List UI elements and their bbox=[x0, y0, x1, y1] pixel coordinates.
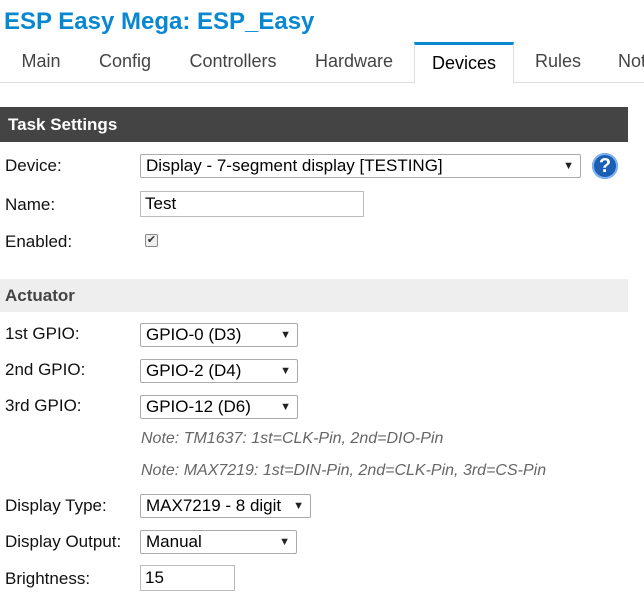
gpio3-select-value: GPIO-12 (D6) bbox=[146, 397, 251, 416]
actuator-header: Actuator bbox=[0, 279, 628, 312]
chevron-down-icon: ▼ bbox=[279, 536, 290, 548]
chevron-down-icon: ▼ bbox=[563, 160, 574, 172]
tab-main[interactable]: Main bbox=[4, 42, 78, 82]
tab-hardware[interactable]: Hardware bbox=[300, 42, 408, 82]
brightness-label: Brightness: bbox=[5, 569, 91, 588]
tab-rules[interactable]: Rules bbox=[520, 42, 596, 82]
gpio1-label: 1st GPIO: bbox=[5, 324, 80, 343]
task-settings-header: Task Settings bbox=[0, 107, 628, 142]
chevron-down-icon: ▼ bbox=[280, 401, 291, 413]
gpio2-select[interactable]: GPIO-2 (D4) ▼ bbox=[140, 359, 298, 383]
help-icon[interactable]: ? bbox=[592, 153, 618, 179]
enabled-label: Enabled: bbox=[5, 232, 73, 251]
device-label: Device: bbox=[5, 156, 62, 175]
display-type-select-value: MAX7219 - 8 digit bbox=[146, 496, 282, 515]
chevron-down-icon: ▼ bbox=[280, 365, 291, 377]
enabled-checkbox[interactable]: ✔ bbox=[145, 234, 158, 247]
display-output-label: Display Output: bbox=[5, 532, 122, 551]
name-field[interactable]: Test bbox=[140, 191, 364, 217]
device-select[interactable]: Display - 7-segment display [TESTING] ▼ bbox=[140, 154, 581, 178]
gpio2-select-value: GPIO-2 (D4) bbox=[146, 361, 242, 380]
tab-config[interactable]: Config bbox=[84, 42, 166, 82]
device-select-value: Display - 7-segment display [TESTING] bbox=[146, 156, 443, 175]
gpio1-select-value: GPIO-0 (D3) bbox=[146, 325, 242, 344]
display-output-select-value: Manual bbox=[146, 532, 202, 551]
display-type-select[interactable]: MAX7219 - 8 digit ▼ bbox=[140, 494, 311, 518]
tab-devices[interactable]: Devices bbox=[414, 42, 514, 83]
note-max7219: Note: MAX7219: 1st=DIN-Pin, 2nd=CLK-Pin,… bbox=[141, 462, 547, 479]
tab-controllers[interactable]: Controllers bbox=[172, 42, 294, 82]
chevron-down-icon: ▼ bbox=[280, 329, 291, 341]
brightness-field[interactable]: 15 bbox=[140, 565, 235, 591]
chevron-down-icon: ▼ bbox=[293, 500, 304, 512]
page-title: ESP Easy Mega: ESP_Easy bbox=[4, 8, 315, 35]
display-type-label: Display Type: bbox=[5, 496, 107, 515]
gpio2-label: 2nd GPIO: bbox=[5, 360, 86, 379]
gpio1-select[interactable]: GPIO-0 (D3) ▼ bbox=[140, 323, 298, 347]
tab-bar: Main Config Controllers Hardware Devices… bbox=[0, 42, 644, 83]
note-tm1637: Note: TM1637: 1st=CLK-Pin, 2nd=DIO-Pin bbox=[141, 430, 444, 447]
gpio3-label: 3rd GPIO: bbox=[5, 396, 82, 415]
gpio3-select[interactable]: GPIO-12 (D6) ▼ bbox=[140, 395, 298, 419]
tab-notifications[interactable]: Not bbox=[604, 42, 644, 82]
name-label: Name: bbox=[5, 195, 56, 214]
display-output-select[interactable]: Manual ▼ bbox=[140, 530, 297, 554]
